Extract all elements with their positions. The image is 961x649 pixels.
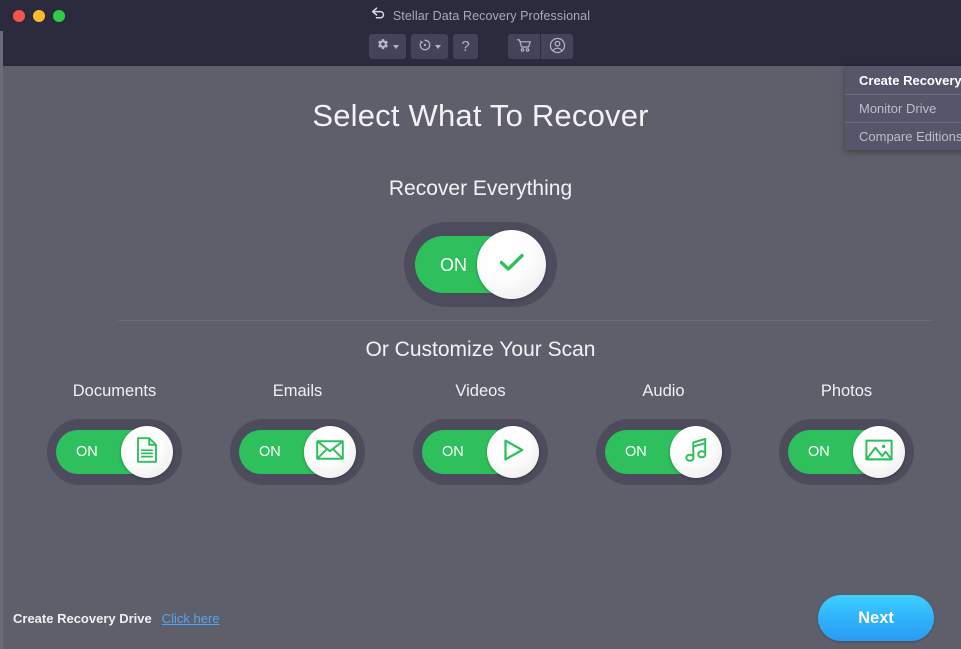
cart-button[interactable] bbox=[508, 34, 540, 59]
category-audio: Audio ON bbox=[596, 382, 731, 485]
toolbar-left-group: ? bbox=[369, 34, 483, 59]
settings-button[interactable] bbox=[369, 34, 406, 59]
menu-item-create-recovery-drive[interactable]: Create Recovery Drive bbox=[845, 66, 961, 94]
videos-toggle[interactable]: ON bbox=[413, 419, 548, 485]
title-center: Stellar Data Recovery Professional bbox=[0, 0, 961, 31]
category-emails: Emails ON bbox=[230, 382, 365, 485]
category-toggle-row: Documents ON Emails ON Videos ON Audio O… bbox=[0, 382, 961, 485]
chevron-down-icon bbox=[435, 44, 441, 49]
checkmark-icon bbox=[497, 250, 527, 279]
customize-scan-title: Or Customize Your Scan bbox=[365, 338, 596, 361]
create-recovery-drive-note: Create Recovery Drive Click here bbox=[13, 611, 220, 626]
toggle-knob bbox=[477, 230, 546, 299]
more-tools-dropdown: Create Recovery Drive Monitor Drive Comp… bbox=[845, 66, 961, 150]
close-window-button[interactable] bbox=[13, 9, 25, 22]
main-content: Select What To Recover Recover Everythin… bbox=[0, 66, 961, 649]
music-note-icon bbox=[683, 436, 710, 469]
help-button[interactable]: ? bbox=[453, 34, 478, 59]
window-controls bbox=[13, 9, 65, 22]
toggle-state-label: ON bbox=[76, 444, 98, 460]
toggle-knob bbox=[304, 426, 356, 478]
toolbar: ? bbox=[0, 31, 961, 87]
toggle-knob bbox=[670, 426, 722, 478]
category-photos: Photos ON bbox=[779, 382, 914, 485]
recover-everything-toggle-wrap: ON bbox=[0, 222, 961, 307]
category-label: Emails bbox=[272, 382, 323, 400]
menu-item-monitor-drive[interactable]: Monitor Drive bbox=[845, 94, 961, 122]
envelope-icon bbox=[315, 438, 345, 467]
emails-toggle[interactable]: ON bbox=[230, 419, 365, 485]
menu-item-compare-editions[interactable]: Compare Editions bbox=[845, 122, 961, 150]
chevron-down-icon bbox=[393, 44, 399, 49]
documents-toggle[interactable]: ON bbox=[47, 419, 182, 485]
toggle-knob bbox=[121, 426, 173, 478]
maximize-window-button[interactable] bbox=[53, 9, 65, 22]
history-button[interactable] bbox=[411, 34, 448, 59]
account-button[interactable] bbox=[541, 34, 573, 59]
toggle-state-label: ON bbox=[259, 444, 281, 460]
toggle-state-label: ON bbox=[440, 255, 467, 275]
document-icon bbox=[134, 436, 160, 469]
toggle-knob bbox=[487, 426, 539, 478]
photos-toggle[interactable]: ON bbox=[779, 419, 914, 485]
back-arrow-icon bbox=[371, 6, 386, 25]
left-edge-strip bbox=[0, 31, 3, 649]
page-title: Select What To Recover bbox=[312, 98, 649, 133]
next-button[interactable]: Next bbox=[818, 595, 934, 641]
recover-everything-title: Recover Everything bbox=[388, 177, 573, 200]
toggle-state-label: ON bbox=[808, 444, 830, 460]
app-title: Stellar Data Recovery Professional bbox=[392, 8, 591, 23]
history-clock-icon bbox=[418, 38, 432, 55]
category-label: Audio bbox=[642, 382, 685, 400]
category-label: Photos bbox=[820, 382, 873, 400]
create-recovery-drive-link[interactable]: Click here bbox=[162, 611, 220, 626]
minimize-window-button[interactable] bbox=[33, 9, 45, 22]
photo-image-icon bbox=[864, 437, 894, 468]
toggle-knob bbox=[853, 426, 905, 478]
toggle-state-label: ON bbox=[625, 444, 647, 460]
audio-toggle[interactable]: ON bbox=[596, 419, 731, 485]
category-videos: Videos ON bbox=[413, 382, 548, 485]
play-triangle-icon bbox=[499, 437, 527, 468]
shopping-cart-icon bbox=[516, 38, 533, 56]
create-recovery-drive-label: Create Recovery Drive bbox=[13, 611, 152, 626]
category-label: Documents bbox=[72, 382, 157, 400]
gear-icon bbox=[376, 38, 390, 55]
user-account-icon bbox=[549, 37, 566, 57]
recover-everything-toggle[interactable]: ON bbox=[404, 222, 557, 307]
toolbar-right-group bbox=[508, 34, 573, 59]
section-divider bbox=[118, 320, 933, 321]
help-question-mark-icon: ? bbox=[461, 38, 470, 55]
toggle-state-label: ON bbox=[442, 444, 464, 460]
app-window: Stellar Data Recovery Professional ? Cre… bbox=[0, 0, 961, 649]
category-label: Videos bbox=[455, 382, 506, 400]
category-documents: Documents ON bbox=[47, 382, 182, 485]
title-bar: Stellar Data Recovery Professional bbox=[0, 0, 961, 31]
